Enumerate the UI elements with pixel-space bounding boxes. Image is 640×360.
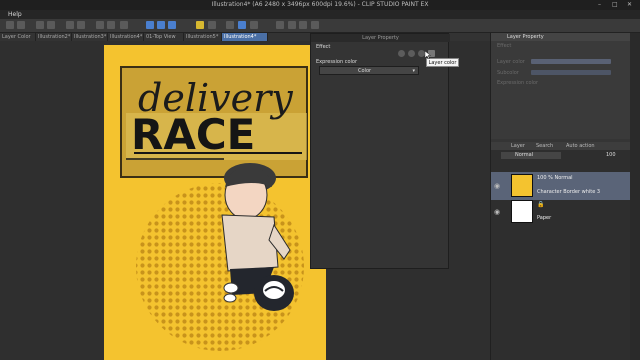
- effect-watercolor-icon[interactable]: [408, 50, 415, 57]
- tab-auto-action[interactable]: Auto action: [566, 142, 595, 150]
- layer-row-selected[interactable]: ◉ 100 % Normal Character Border white 3: [491, 172, 630, 200]
- artwork-canvas[interactable]: delivery RACE: [104, 45, 326, 360]
- artwork-svg: delivery RACE: [104, 45, 326, 360]
- color-icon[interactable]: [226, 21, 234, 29]
- highlight-icon[interactable]: [196, 21, 204, 29]
- command-bar: [0, 19, 640, 33]
- open-icon[interactable]: [17, 21, 25, 29]
- tab-illustration4[interactable]: Illustration4*: [108, 33, 144, 41]
- title-bar: Illustration4* (A6 2480 x 3496px 600dpi …: [0, 0, 640, 10]
- halftone-pattern: [136, 183, 304, 351]
- transform-icon[interactable]: [96, 21, 104, 29]
- menu-bar: Help: [0, 10, 640, 19]
- select-all-icon[interactable]: [120, 21, 128, 29]
- subcolor-bar[interactable]: [531, 70, 611, 75]
- redo-icon[interactable]: [47, 21, 55, 29]
- layer-thumbnail: [511, 174, 533, 197]
- layer-icon[interactable]: [238, 21, 246, 29]
- layer-name: Paper: [537, 215, 552, 221]
- chevron-down-icon: ▾: [412, 68, 415, 74]
- layer-panel: Layer Search Auto action Normal 100 ◉ 10…: [491, 142, 630, 360]
- subcolor-dim-label: Subcolor: [497, 70, 519, 76]
- tab-layer-color[interactable]: Layer Color: [0, 33, 36, 41]
- tab-illustration2[interactable]: Illustration2*: [36, 33, 72, 41]
- new-icon[interactable]: [6, 21, 14, 29]
- logo-word-race: RACE: [131, 110, 255, 159]
- layer-property-floating-panel: Layer Property Effect Expression color C…: [310, 33, 450, 269]
- layer-color-bar[interactable]: [531, 59, 611, 64]
- tab-top-view[interactable]: 01-Top View (...: [144, 33, 184, 48]
- expression-color-dim-label: Expression color: [497, 80, 539, 86]
- expression-color-dropdown[interactable]: Color ▾: [319, 66, 419, 75]
- close-icon[interactable]: ✕: [627, 1, 632, 8]
- blend-mode-select[interactable]: Normal: [501, 152, 561, 159]
- zoom-icon[interactable]: [311, 21, 319, 29]
- layer-property-header: Layer Property: [491, 33, 630, 41]
- deselect-icon[interactable]: [107, 21, 115, 29]
- dock-scrollbar[interactable]: [630, 33, 640, 360]
- minimize-icon[interactable]: –: [598, 1, 601, 8]
- effect-border-icon[interactable]: [398, 50, 405, 57]
- snap-grid-icon[interactable]: [157, 21, 165, 29]
- opacity-value[interactable]: 100: [606, 152, 616, 158]
- effect-label: Effect: [316, 44, 331, 50]
- snap-ruler-icon[interactable]: [146, 21, 154, 29]
- tooltip: Layer color: [426, 58, 459, 67]
- expression-color-label: Expression color: [316, 59, 358, 65]
- rotate-icon[interactable]: [299, 21, 307, 29]
- tab-illustration5[interactable]: Illustration5*: [184, 33, 222, 41]
- menu-help[interactable]: Help: [8, 11, 22, 18]
- move-icon[interactable]: [288, 21, 296, 29]
- tab-search[interactable]: Search: [536, 142, 553, 150]
- layer-thumbnail: [511, 200, 533, 223]
- effect-dim-label: Effect: [497, 43, 512, 49]
- brush-icon[interactable]: [276, 21, 284, 29]
- undo-icon[interactable]: [36, 21, 44, 29]
- paper-lock-icon: 🔒: [537, 201, 545, 208]
- document-tabs: Layer Color Illustration2* Illustration3…: [0, 33, 270, 48]
- tab-illustration4-active[interactable]: Illustration4*: [222, 33, 268, 41]
- snap-perspective-icon[interactable]: [168, 21, 176, 29]
- layer-property-dock-panel: Layer Property Effect Layer color Subcol…: [491, 33, 630, 139]
- layer-row-paper[interactable]: ◉ 🔒 Paper: [491, 198, 630, 226]
- tab-layer[interactable]: Layer: [511, 142, 525, 150]
- effect-tone-icon[interactable]: [418, 50, 425, 57]
- panel-title: Layer Property: [311, 34, 450, 42]
- mouse-cursor-icon: [425, 51, 431, 59]
- visibility-eye-icon[interactable]: ◉: [494, 208, 500, 216]
- tab-illustration3[interactable]: Illustration3*: [72, 33, 108, 41]
- window-title: Illustration4* (A6 2480 x 3496px 600dpi …: [211, 1, 429, 8]
- layer-opacity-blend: 100 % Normal: [537, 175, 573, 181]
- clear-icon[interactable]: [66, 21, 74, 29]
- fill-icon[interactable]: [77, 21, 85, 29]
- maximize-icon[interactable]: □: [612, 1, 618, 8]
- visibility-eye-icon[interactable]: ◉: [494, 182, 500, 190]
- flip-icon[interactable]: [250, 21, 258, 29]
- layer-panel-tabs: Layer Search Auto action: [491, 142, 630, 150]
- settings-icon[interactable]: [208, 21, 216, 29]
- layer-color-dim-label: Layer color: [497, 59, 525, 65]
- layer-name: Character Border white 3: [537, 189, 601, 195]
